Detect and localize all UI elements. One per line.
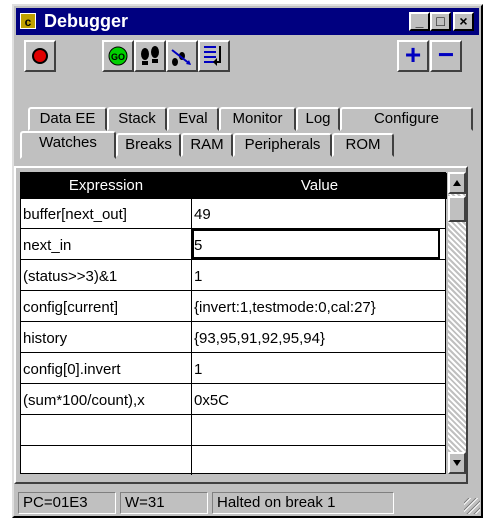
tab-log[interactable]: Log — [296, 107, 340, 131]
maximize-button[interactable]: □ — [430, 12, 451, 31]
go-label: GO — [111, 52, 125, 62]
tab-watches[interactable]: Watches — [20, 131, 116, 159]
header-value[interactable]: Value — [192, 177, 447, 194]
value-cell[interactable]: 1 — [194, 361, 439, 378]
scroll-down-button[interactable] — [448, 452, 466, 474]
step-icon — [141, 46, 159, 65]
tab-data-ee[interactable]: Data EE — [28, 107, 107, 131]
watch-row[interactable]: (status>>3)&1 1 — [21, 261, 445, 291]
tab-ram[interactable]: RAM — [181, 133, 233, 157]
edit-cell-frame — [192, 229, 440, 259]
status-pc: PC=01E3 — [18, 492, 116, 514]
toolbar: GO + − — [16, 40, 479, 78]
scroll-up-button[interactable] — [448, 172, 466, 194]
watch-row[interactable]: history {93,95,91,92,95,94} — [21, 323, 445, 353]
expression-cell[interactable]: (sum*100/count),x — [23, 392, 188, 409]
expression-cell[interactable]: config[0].invert — [23, 361, 188, 378]
watch-row[interactable]: buffer[next_out] 49 — [21, 199, 445, 229]
column-divider[interactable] — [191, 173, 192, 475]
header-expression[interactable]: Expression — [21, 177, 191, 194]
up-arrow-icon — [453, 180, 461, 186]
expression-cell[interactable]: (status>>3)&1 — [23, 268, 188, 285]
go-button[interactable]: GO — [102, 40, 134, 72]
step-over-button[interactable] — [166, 40, 198, 72]
value-cell[interactable]: 0x5C — [194, 392, 439, 409]
scroll-thumb[interactable] — [448, 196, 466, 222]
tab-breaks[interactable]: Breaks — [116, 133, 181, 157]
resize-grip-icon[interactable] — [464, 498, 480, 514]
tab-monitor[interactable]: Monitor — [219, 107, 296, 131]
watches-panel: Expression Value buffer[next_out] 49 nex… — [14, 166, 468, 484]
value-cell[interactable]: {invert:1,testmode:0,cal:27} — [194, 299, 439, 316]
expression-cell[interactable]: buffer[next_out] — [23, 206, 188, 223]
go-icon: GO — [108, 46, 128, 66]
status-bar: PC=01E3 W=31 Halted on break 1 — [14, 490, 482, 516]
close-button[interactable]: × — [453, 12, 474, 31]
step-over-icon — [171, 49, 191, 66]
expression-cell[interactable]: config[current] — [23, 299, 188, 316]
tab-rom[interactable]: ROM — [332, 133, 394, 157]
value-cell[interactable]: {93,95,91,92,95,94} — [194, 330, 439, 347]
step-button[interactable] — [134, 40, 166, 72]
status-w: W=31 — [120, 492, 208, 514]
window-title: Debugger — [44, 11, 129, 31]
watch-row[interactable]: (sum*100/count),x 0x5C — [21, 385, 445, 415]
value-cell[interactable]: 1 — [194, 268, 439, 285]
grid-header: Expression Value — [21, 173, 447, 199]
app-icon: c — [20, 13, 36, 29]
record-stop-button[interactable] — [24, 40, 56, 72]
tab-strip: Data EE Stack Eval Monitor Log Configure… — [18, 83, 479, 173]
remove-watch-button[interactable]: − — [430, 40, 462, 72]
tab-eval[interactable]: Eval — [167, 107, 219, 131]
tab-stack[interactable]: Stack — [107, 107, 167, 131]
vertical-scrollbar[interactable] — [448, 172, 466, 474]
watch-row[interactable]: config[0].invert 1 — [21, 354, 445, 384]
title-bar[interactable]: c Debugger _ □ × — [16, 8, 479, 35]
watch-row-empty[interactable] — [21, 416, 445, 446]
watch-grid: Expression Value buffer[next_out] 49 nex… — [20, 172, 447, 475]
minimize-button[interactable]: _ — [409, 12, 430, 31]
step-out-icon — [204, 46, 221, 66]
value-cell[interactable]: 49 — [194, 206, 439, 223]
watch-row[interactable]: config[current] {invert:1,testmode:0,cal… — [21, 292, 445, 322]
tab-peripherals[interactable]: Peripherals — [233, 133, 332, 157]
step-out-button[interactable] — [198, 40, 230, 72]
expression-cell[interactable]: next_in — [23, 237, 188, 254]
tab-configure[interactable]: Configure — [340, 107, 473, 131]
status-message: Halted on break 1 — [212, 492, 394, 514]
expression-cell[interactable]: history — [23, 330, 188, 347]
down-arrow-icon — [453, 460, 461, 466]
add-watch-button[interactable]: + — [397, 40, 429, 72]
record-stop-icon — [32, 48, 48, 64]
